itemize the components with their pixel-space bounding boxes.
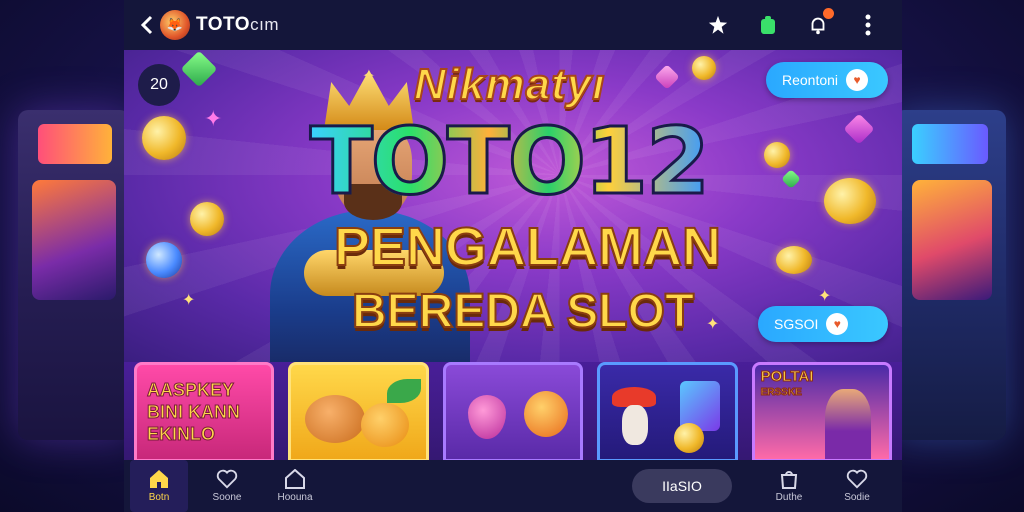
home-icon xyxy=(150,470,168,488)
nav-label: Hoouna xyxy=(277,492,313,503)
headline-small: Nikmatyı xyxy=(413,59,606,110)
notification-badge xyxy=(823,8,834,19)
app-brand: TOTOcım xyxy=(196,14,279,36)
headline-main: PENGALAMAN xyxy=(333,216,722,278)
headline-brand: TOTO12 xyxy=(309,107,712,217)
orange-gem-icon xyxy=(523,391,568,437)
title-line: BINI KANN xyxy=(147,402,241,423)
promo-button-mid[interactable]: SGSOI ♥ xyxy=(758,306,888,342)
game-tile-title: POLTAI ERSSKE xyxy=(760,368,814,401)
game-tile[interactable] xyxy=(288,362,429,462)
nav-label: Soone xyxy=(212,492,242,503)
back-button[interactable] xyxy=(136,14,158,36)
gold-coin xyxy=(692,56,716,80)
star-sparkle-icon xyxy=(708,15,728,34)
heart-icon: ♥ xyxy=(846,69,869,91)
gold-coin xyxy=(764,142,790,168)
app-logo: 🦊 xyxy=(160,10,190,40)
nav-item-home[interactable]: Botn xyxy=(130,460,188,512)
cowboy-hat-icon xyxy=(612,387,657,407)
title-line: EKINLO xyxy=(147,424,216,445)
background-arcade-cabinet-right xyxy=(894,110,1006,440)
game-tile-title: AASPKEY BINI KANN EKINLO xyxy=(147,379,241,445)
game-tile[interactable] xyxy=(597,362,738,462)
cabinet-screen xyxy=(32,180,116,300)
heart-icon xyxy=(216,469,238,489)
nav-label: Botn xyxy=(148,492,170,503)
title-line: AASPKEY xyxy=(147,380,235,401)
nav-item-bag[interactable]: Duthe xyxy=(760,460,818,512)
gold-coin xyxy=(824,178,876,224)
gold-coin xyxy=(674,423,705,453)
cabinet-marquee xyxy=(912,124,988,164)
bottom-navigation: Botn Soone Hoouna IIaSIO Duthe Sodie xyxy=(124,460,902,512)
nav-item-house[interactable]: Hoouna xyxy=(266,460,324,512)
top-app-bar: 🦊 TOTOcım xyxy=(124,0,902,50)
game-tile[interactable]: POLTAI ERSSKE xyxy=(751,362,893,462)
strawberry-icon xyxy=(467,395,506,439)
nav-label: Sodie xyxy=(844,492,870,503)
favorite-button[interactable] xyxy=(706,13,730,37)
title-line: POLTAI xyxy=(760,368,814,385)
top-actions xyxy=(706,8,890,37)
promo-button-top[interactable]: Reontoni ♥ xyxy=(766,62,888,98)
gold-coin xyxy=(776,246,812,274)
fruit-icon xyxy=(305,395,366,443)
heart-icon: ♥ xyxy=(826,313,849,335)
promo-button-mid-label: SGSOI xyxy=(774,316,819,332)
nav-label: Duthe xyxy=(775,492,803,503)
orange-icon xyxy=(361,403,410,447)
more-menu-button[interactable] xyxy=(856,13,880,37)
chevron-left-icon xyxy=(140,15,153,35)
notifications-button[interactable] xyxy=(806,8,834,37)
house-outline-icon xyxy=(285,469,305,489)
headline-sub: BEREDA SLOT xyxy=(351,284,695,339)
gold-coin xyxy=(142,116,186,160)
cabinet-marquee xyxy=(38,124,112,164)
character-portrait xyxy=(824,389,871,459)
game-tiles-row: AASPKEY BINI KANN EKINLO POLTAI ERSSKE xyxy=(134,362,893,462)
game-tile[interactable]: AASPKEY BINI KANN EKINLO xyxy=(134,362,275,462)
nav-pill-button[interactable]: IIaSIO xyxy=(632,469,732,503)
sparkle-icon: ✦ xyxy=(706,316,720,333)
game-tile[interactable] xyxy=(442,362,584,462)
promo-button-top-label: Reontoni xyxy=(782,72,839,88)
bag-icon xyxy=(780,471,798,489)
title-line: ERSSKE xyxy=(760,387,802,399)
slide-counter: 20 xyxy=(138,64,180,106)
background-arcade-cabinet-left xyxy=(18,110,130,440)
nav-item-favorites[interactable]: Soone xyxy=(198,460,256,512)
more-vertical-icon xyxy=(865,14,871,36)
android-icon xyxy=(761,16,775,34)
cabinet-screen xyxy=(912,180,992,300)
brand-main: TOTO xyxy=(196,14,251,35)
brand-suffix: cım xyxy=(250,15,279,34)
mascot-icon xyxy=(622,405,649,445)
leaf-icon xyxy=(387,379,422,403)
hero-banner[interactable]: 20 ✦ ✦ ✦ ✦ ✦ Nikmatyı TOTO12 PENGALAMAN … xyxy=(124,50,902,362)
blue-coin xyxy=(146,242,182,278)
app-screen: 🦊 TOTOcım 20 ✦ ✦ ✦ ✦ Nikmatyı TOTO12 PEN… xyxy=(124,0,902,512)
android-download-button[interactable] xyxy=(756,13,780,37)
nav-item-saved[interactable]: Sodie xyxy=(828,460,886,512)
sparkle-icon: ✦ xyxy=(818,288,832,305)
heart-icon xyxy=(846,469,868,489)
